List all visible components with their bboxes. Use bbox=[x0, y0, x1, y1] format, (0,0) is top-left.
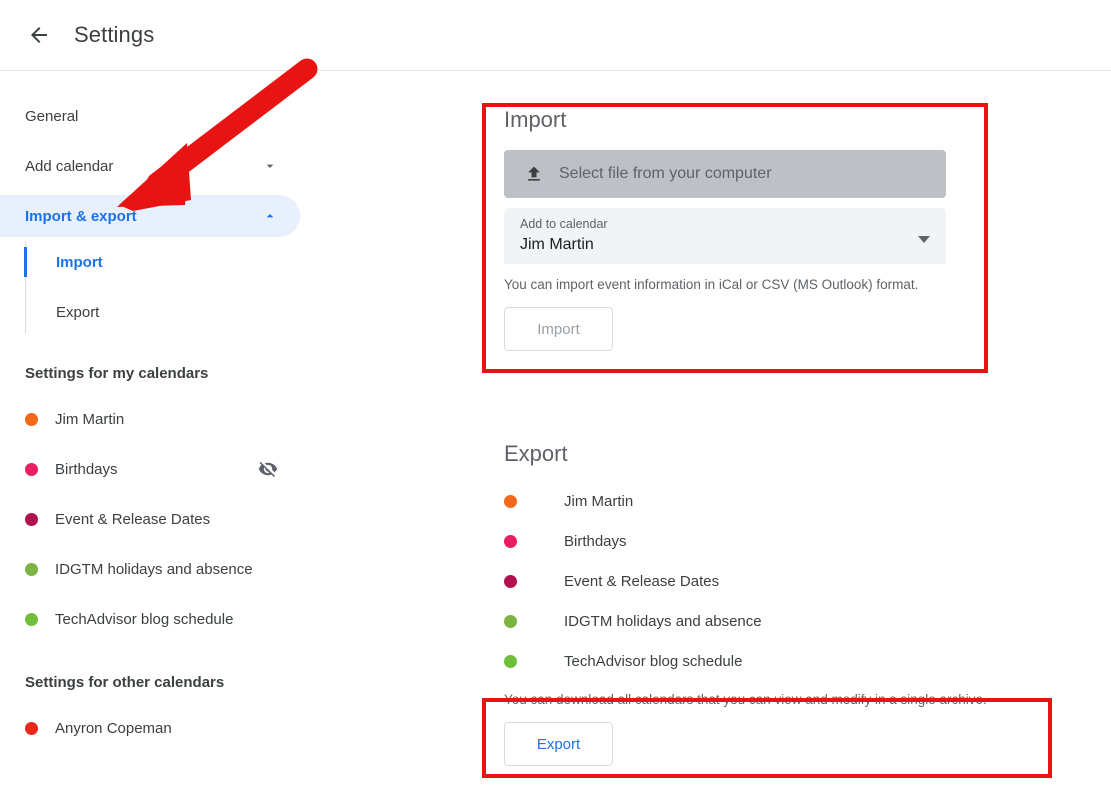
page-title: Settings bbox=[74, 22, 155, 47]
calendar-name: TechAdvisor blog schedule bbox=[564, 652, 743, 670]
select-file-button[interactable]: Select file from your computer bbox=[504, 150, 946, 198]
import-panel: Import Select file from your computer Ad… bbox=[504, 107, 964, 351]
export-heading: Export bbox=[504, 441, 568, 466]
calendar-color-dot bbox=[25, 562, 38, 576]
calendar-color-dot bbox=[504, 534, 517, 548]
list-item[interactable]: TechAdvisor blog schedule bbox=[0, 594, 300, 644]
sidebar-subitem-import[interactable]: Import bbox=[24, 237, 300, 287]
calendar-color-dot bbox=[25, 721, 38, 735]
my-calendars-heading: Settings for my calendars bbox=[25, 365, 209, 382]
sidebar-subitem-export[interactable]: Export bbox=[25, 287, 300, 337]
list-item: Birthdays bbox=[504, 521, 1084, 561]
sidebar-subnav: Import Export bbox=[24, 237, 300, 337]
import-helper-text: You can import event information in iCal… bbox=[504, 277, 919, 292]
sidebar-item-add-calendar[interactable]: Add calendar bbox=[0, 145, 300, 187]
list-item: Event & Release Dates bbox=[504, 561, 1084, 601]
list-item[interactable]: Jim Martin bbox=[0, 394, 300, 444]
list-item[interactable]: Birthdays bbox=[0, 444, 300, 494]
list-item[interactable]: Event & Release Dates bbox=[0, 494, 300, 544]
calendar-color-dot bbox=[25, 462, 38, 476]
list-item[interactable]: IDGTM holidays and absence bbox=[0, 544, 300, 594]
select-file-label: Select file from your computer bbox=[559, 165, 772, 182]
sidebar-subitem-label: Export bbox=[56, 303, 100, 321]
other-calendars-heading: Settings for other calendars bbox=[25, 674, 225, 691]
calendar-name: Jim Martin bbox=[55, 410, 125, 428]
chevron-up-icon bbox=[262, 208, 278, 224]
chevron-down-icon bbox=[918, 230, 930, 243]
add-to-calendar-select[interactable]: Add to calendar Jim Martin bbox=[504, 208, 946, 264]
calendar-color-dot bbox=[25, 412, 38, 426]
export-helper-text: You can download all calendars that you … bbox=[504, 692, 987, 707]
sidebar-item-label: General bbox=[25, 107, 79, 125]
calendar-color-dot bbox=[25, 512, 38, 526]
calendar-name: Event & Release Dates bbox=[564, 572, 720, 590]
calendar-name: Birthdays bbox=[55, 460, 118, 478]
list-item: IDGTM holidays and absence bbox=[504, 601, 1084, 641]
calendar-color-dot bbox=[25, 612, 38, 626]
add-to-calendar-value: Jim Martin bbox=[520, 236, 594, 253]
calendar-name: Anyron Copeman bbox=[55, 719, 172, 737]
calendar-name: Birthdays bbox=[564, 532, 627, 550]
visibility-off-icon[interactable] bbox=[258, 459, 278, 479]
export-panel: Export Jim Martin Birthdays Event & Rele… bbox=[504, 441, 1084, 766]
calendar-name: Event & Release Dates bbox=[55, 510, 211, 528]
calendar-color-dot bbox=[504, 614, 517, 628]
import-button[interactable]: Import bbox=[504, 307, 613, 351]
sidebar-item-label: Add calendar bbox=[25, 157, 114, 175]
sidebar-item-label: Import & export bbox=[25, 207, 137, 225]
settings-sidebar: General Add calendar Import & export Imp… bbox=[0, 71, 300, 792]
calendar-name: Jim Martin bbox=[564, 492, 634, 510]
calendar-color-dot bbox=[504, 574, 517, 588]
add-to-calendar-label: Add to calendar bbox=[520, 217, 608, 231]
app-header: Settings bbox=[0, 0, 1111, 71]
chevron-down-icon bbox=[262, 158, 278, 174]
export-button[interactable]: Export bbox=[504, 722, 613, 766]
calendar-name: TechAdvisor blog schedule bbox=[55, 610, 234, 628]
calendar-name: IDGTM holidays and absence bbox=[55, 560, 253, 578]
sidebar-item-import-export[interactable]: Import & export bbox=[0, 195, 300, 237]
list-item: TechAdvisor blog schedule bbox=[504, 641, 1084, 681]
sidebar-subitem-label: Import bbox=[56, 253, 103, 271]
upload-icon bbox=[524, 164, 544, 184]
list-item: Jim Martin bbox=[504, 481, 1084, 521]
sidebar-item-general[interactable]: General bbox=[0, 95, 300, 137]
calendar-color-dot bbox=[504, 654, 517, 668]
calendar-color-dot bbox=[504, 494, 517, 508]
back-arrow-icon[interactable] bbox=[27, 23, 51, 47]
import-heading: Import bbox=[504, 107, 567, 132]
calendar-name: IDGTM holidays and absence bbox=[564, 612, 762, 630]
main-content: Import Select file from your computer Ad… bbox=[480, 71, 1111, 792]
list-item[interactable]: Anyron Copeman bbox=[0, 703, 300, 753]
